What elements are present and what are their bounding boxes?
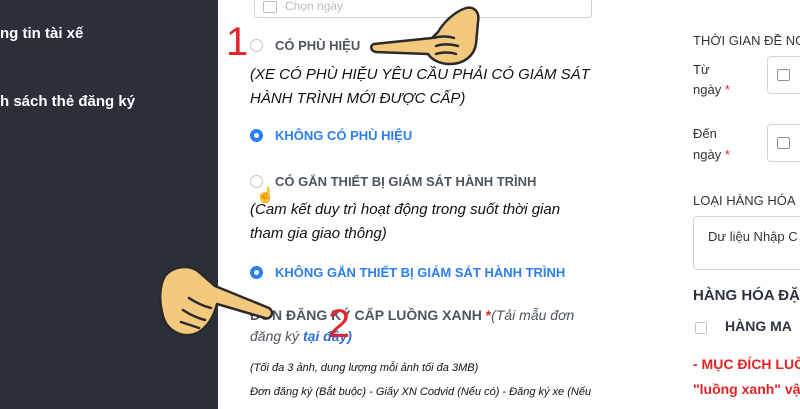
calendar-icon [777, 69, 790, 81]
pointing-hand-icon [370, 6, 480, 66]
purpose-subheading: "luồng xanh" vậ [693, 381, 800, 397]
radio-label: KHÔNG GẮN THIẾT BỊ GIÁM SÁT HÀNH TRÌNH [275, 265, 566, 280]
radio-button-selected[interactable] [250, 129, 263, 142]
radio-label: KHÔNG CÓ PHÙ HIỆU [275, 128, 413, 143]
radio-button[interactable] [250, 39, 263, 52]
radio-has-badge[interactable]: CÓ PHÙ HIỆU [250, 38, 360, 53]
sidebar: ng tin tài xế h sách thẻ đăng ký [0, 0, 218, 409]
radio-has-tracker[interactable]: CÓ GẮN THIẾT BỊ GIÁM SÁT HÀNH TRÌNH [250, 174, 536, 189]
cargo-type-input[interactable]: Dư liệu Nhập C [693, 216, 800, 270]
cargo-type-label: LOẠI HÀNG HÓA [693, 193, 796, 208]
from-date-input[interactable] [767, 56, 800, 94]
sidebar-item-registration-cards[interactable]: h sách thẻ đăng ký [0, 93, 135, 110]
radio-label: CÓ PHÙ HIỆU [275, 38, 361, 53]
radio-label: CÓ GẮN THIẾT BỊ GIÁM SÁT HÀNH TRÌNH [275, 174, 537, 189]
upload-limit-note: (Tối đa 3 ảnh, dung lượng mỗi ảnh tối đa… [250, 362, 479, 374]
register-label: ĐƠN ĐĂNG KÝ CẤP LUỒNG XANH [250, 307, 482, 323]
sidebar-item-driver-info[interactable]: ng tin tài xế [0, 25, 83, 42]
calendar-icon [777, 137, 790, 149]
from-label: Từ [693, 62, 710, 77]
tracker-note: (Cam kết duy trì hoạt động trong suốt th… [250, 201, 561, 242]
calendar-icon [263, 1, 277, 13]
register-form-field: ĐƠN ĐĂNG KÝ CẤP LUỒNG XANH *(Tải mẫu đơn… [250, 305, 580, 347]
special-cargo-heading: HÀNG HÓA ĐẶ [693, 287, 800, 304]
step-1-marker: 1 [226, 20, 249, 64]
special-cargo-checkbox[interactable] [695, 322, 707, 334]
required-documents: Đơn đăng ký (Bắt buộc) - Giấy XN Codvid … [250, 386, 592, 398]
cargo-placeholder: Dư liệu Nhập C [708, 229, 798, 244]
from-day-label: ngày * [693, 82, 730, 97]
purpose-heading: - MỤC ĐÍCH LUỒ [693, 356, 800, 372]
special-cargo-option: HÀNG MA [725, 318, 792, 334]
screenshot: ng tin tài xế h sách thẻ đăng ký Chọn ng… [0, 0, 800, 409]
time-label: THỜI GIAN ĐỀ NG [693, 33, 800, 48]
right-panel: THỜI GIAN ĐỀ NG Từ ngày * Đến ngày * LOẠ… [681, 0, 800, 409]
to-day-label: ngày * [693, 147, 730, 162]
step-2-marker: 2 [328, 302, 351, 346]
pointing-hand-icon [159, 265, 274, 337]
to-label: Đến [693, 126, 717, 141]
radio-no-badge[interactable]: KHÔNG CÓ PHÙ HIỆU [250, 128, 412, 143]
date-placeholder: Chọn ngày [285, 0, 344, 13]
radio-no-tracker[interactable]: KHÔNG GẮN THIẾT BỊ GIÁM SÁT HÀNH TRÌNH [250, 265, 565, 280]
to-date-input[interactable] [767, 124, 800, 162]
